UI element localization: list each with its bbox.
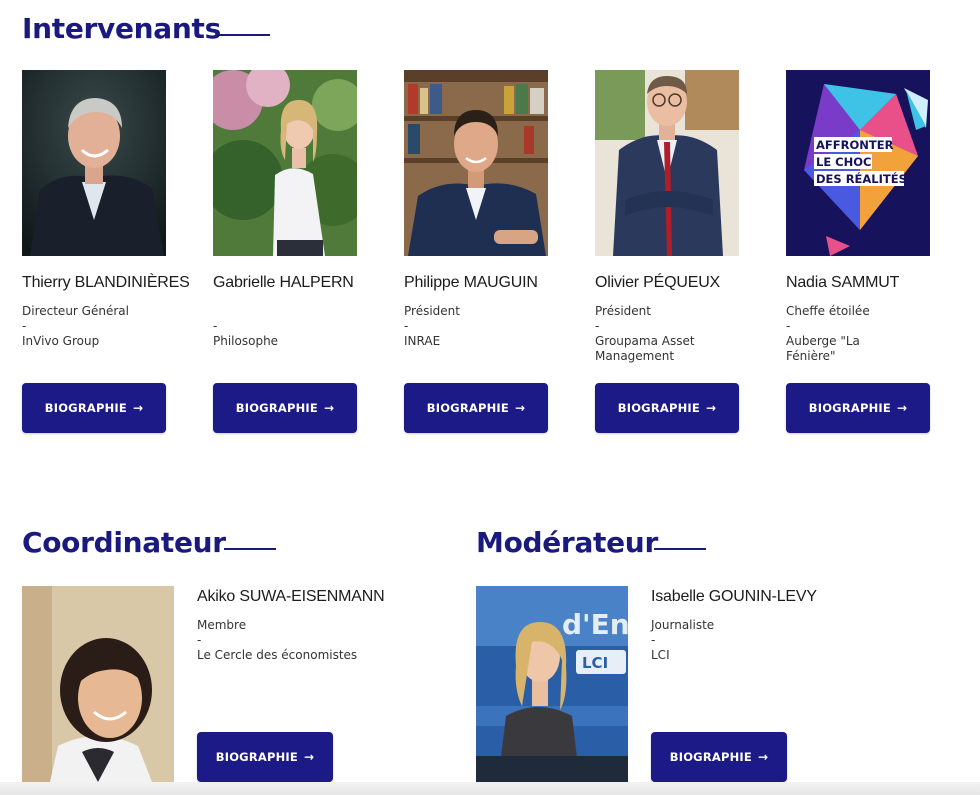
- section-title-rule: [224, 548, 276, 550]
- speaker-organization: Groupama Asset Management: [595, 334, 695, 363]
- coordinator-organization: Le Cercle des économistes: [197, 648, 358, 662]
- biography-button-label: BIOGRAPHIE: [617, 401, 700, 415]
- speaker-photo-mauguin: [404, 70, 548, 256]
- moderator-role: Journaliste: [651, 618, 715, 632]
- arrow-right-icon: →: [705, 401, 717, 415]
- coordinator-details: Membre - Le Cercle des économistes: [197, 618, 417, 663]
- section-title-intervenants: Intervenants: [22, 12, 221, 45]
- tv-backdrop-text: d'En: [562, 608, 628, 641]
- moderator-organization: LCI: [651, 648, 670, 662]
- arrow-right-icon: →: [757, 750, 769, 764]
- section-title-coordinateur: Coordinateur: [22, 526, 226, 559]
- speaker-separator: -: [595, 319, 600, 333]
- moderator-photo: d'En LCI: [476, 586, 628, 782]
- speaker-name: Thierry BLANDINIÈRES: [22, 274, 190, 291]
- arrow-right-icon: →: [323, 401, 335, 415]
- arrow-right-icon: →: [514, 401, 526, 415]
- biography-button-label: BIOGRAPHIE: [235, 401, 318, 415]
- speaker-name: Gabrielle HALPERN: [213, 274, 354, 291]
- speaker-role: Président: [595, 304, 651, 318]
- arrow-right-icon: →: [303, 750, 315, 764]
- speaker-details: Cheffe étoilée - Auberge "La Fénière": [786, 304, 936, 364]
- speaker-separator: -: [22, 319, 27, 333]
- biography-button-label: BIOGRAPHIE: [669, 750, 752, 764]
- arrow-right-icon: →: [896, 401, 908, 415]
- speaker-organization: InVivo Group: [22, 334, 100, 348]
- speaker-photo-pequeux: [595, 70, 739, 256]
- moderator-separator: -: [651, 633, 656, 647]
- arrow-right-icon: →: [132, 401, 144, 415]
- speaker-name: Nadia SAMMUT: [786, 274, 900, 291]
- coordinator-biography-button[interactable]: BIOGRAPHIE →: [197, 732, 333, 782]
- biography-button-label: BIOGRAPHIE: [808, 401, 891, 415]
- biography-button-label: BIOGRAPHIE: [44, 401, 127, 415]
- moderator-biography-button[interactable]: BIOGRAPHIE →: [651, 732, 787, 782]
- section-title-rule: [218, 34, 270, 36]
- biography-button[interactable]: BIOGRAPHIE →: [595, 383, 739, 433]
- speaker-separator: -: [786, 319, 791, 333]
- speaker-details: Président - INRAE: [404, 304, 554, 349]
- speaker-separator: -: [213, 319, 218, 333]
- biography-button[interactable]: BIOGRAPHIE →: [404, 383, 548, 433]
- biography-button[interactable]: BIOGRAPHIE →: [786, 383, 930, 433]
- event-poster-image: AFFRONTER LE CHOC DES RÉALITÉS: [786, 70, 930, 256]
- speaker-organization: Philosophe: [213, 334, 279, 348]
- speaker-role: Directeur Général: [22, 304, 129, 318]
- speaker-organization: Auberge "La Fénière": [786, 334, 860, 363]
- speaker-details: Directeur Général - InVivo Group: [22, 304, 172, 349]
- coordinator-name: Akiko SUWA-EISENMANN: [197, 588, 385, 605]
- speaker-role: Président: [404, 304, 460, 318]
- speaker-role: Cheffe étoilée: [786, 304, 870, 318]
- speaker-photo-halpern: [213, 70, 357, 256]
- speaker-separator: -: [404, 319, 409, 333]
- coordinator-role: Membre: [197, 618, 247, 632]
- moderator-details: Journaliste - LCI: [651, 618, 871, 663]
- speaker-details: - Philosophe: [213, 304, 363, 349]
- page-bottom-edge: [0, 782, 980, 795]
- poster-line-3: DES RÉALITÉS: [816, 171, 907, 186]
- poster-line-1: AFFRONTER: [816, 138, 894, 152]
- section-title-rule: [654, 548, 706, 550]
- moderator-name: Isabelle GOUNIN-LEVY: [651, 588, 817, 605]
- tv-backdrop-logo: LCI: [582, 654, 608, 672]
- section-title-moderateur: Modérateur: [476, 526, 658, 559]
- poster-line-2: LE CHOC: [816, 155, 871, 169]
- speaker-photo-blandinieres: [22, 70, 166, 256]
- biography-button[interactable]: BIOGRAPHIE →: [213, 383, 357, 433]
- biography-button[interactable]: BIOGRAPHIE →: [22, 383, 166, 433]
- coordinator-separator: -: [197, 633, 202, 647]
- speaker-name: Philippe MAUGUIN: [404, 274, 538, 291]
- speaker-details: Président - Groupama Asset Management: [595, 304, 745, 364]
- speaker-name: Olivier PÉQUEUX: [595, 274, 721, 291]
- speaker-role: [213, 304, 363, 319]
- coordinator-photo: [22, 586, 174, 782]
- speaker-organization: INRAE: [404, 334, 441, 348]
- biography-button-label: BIOGRAPHIE: [215, 750, 298, 764]
- biography-button-label: BIOGRAPHIE: [426, 401, 509, 415]
